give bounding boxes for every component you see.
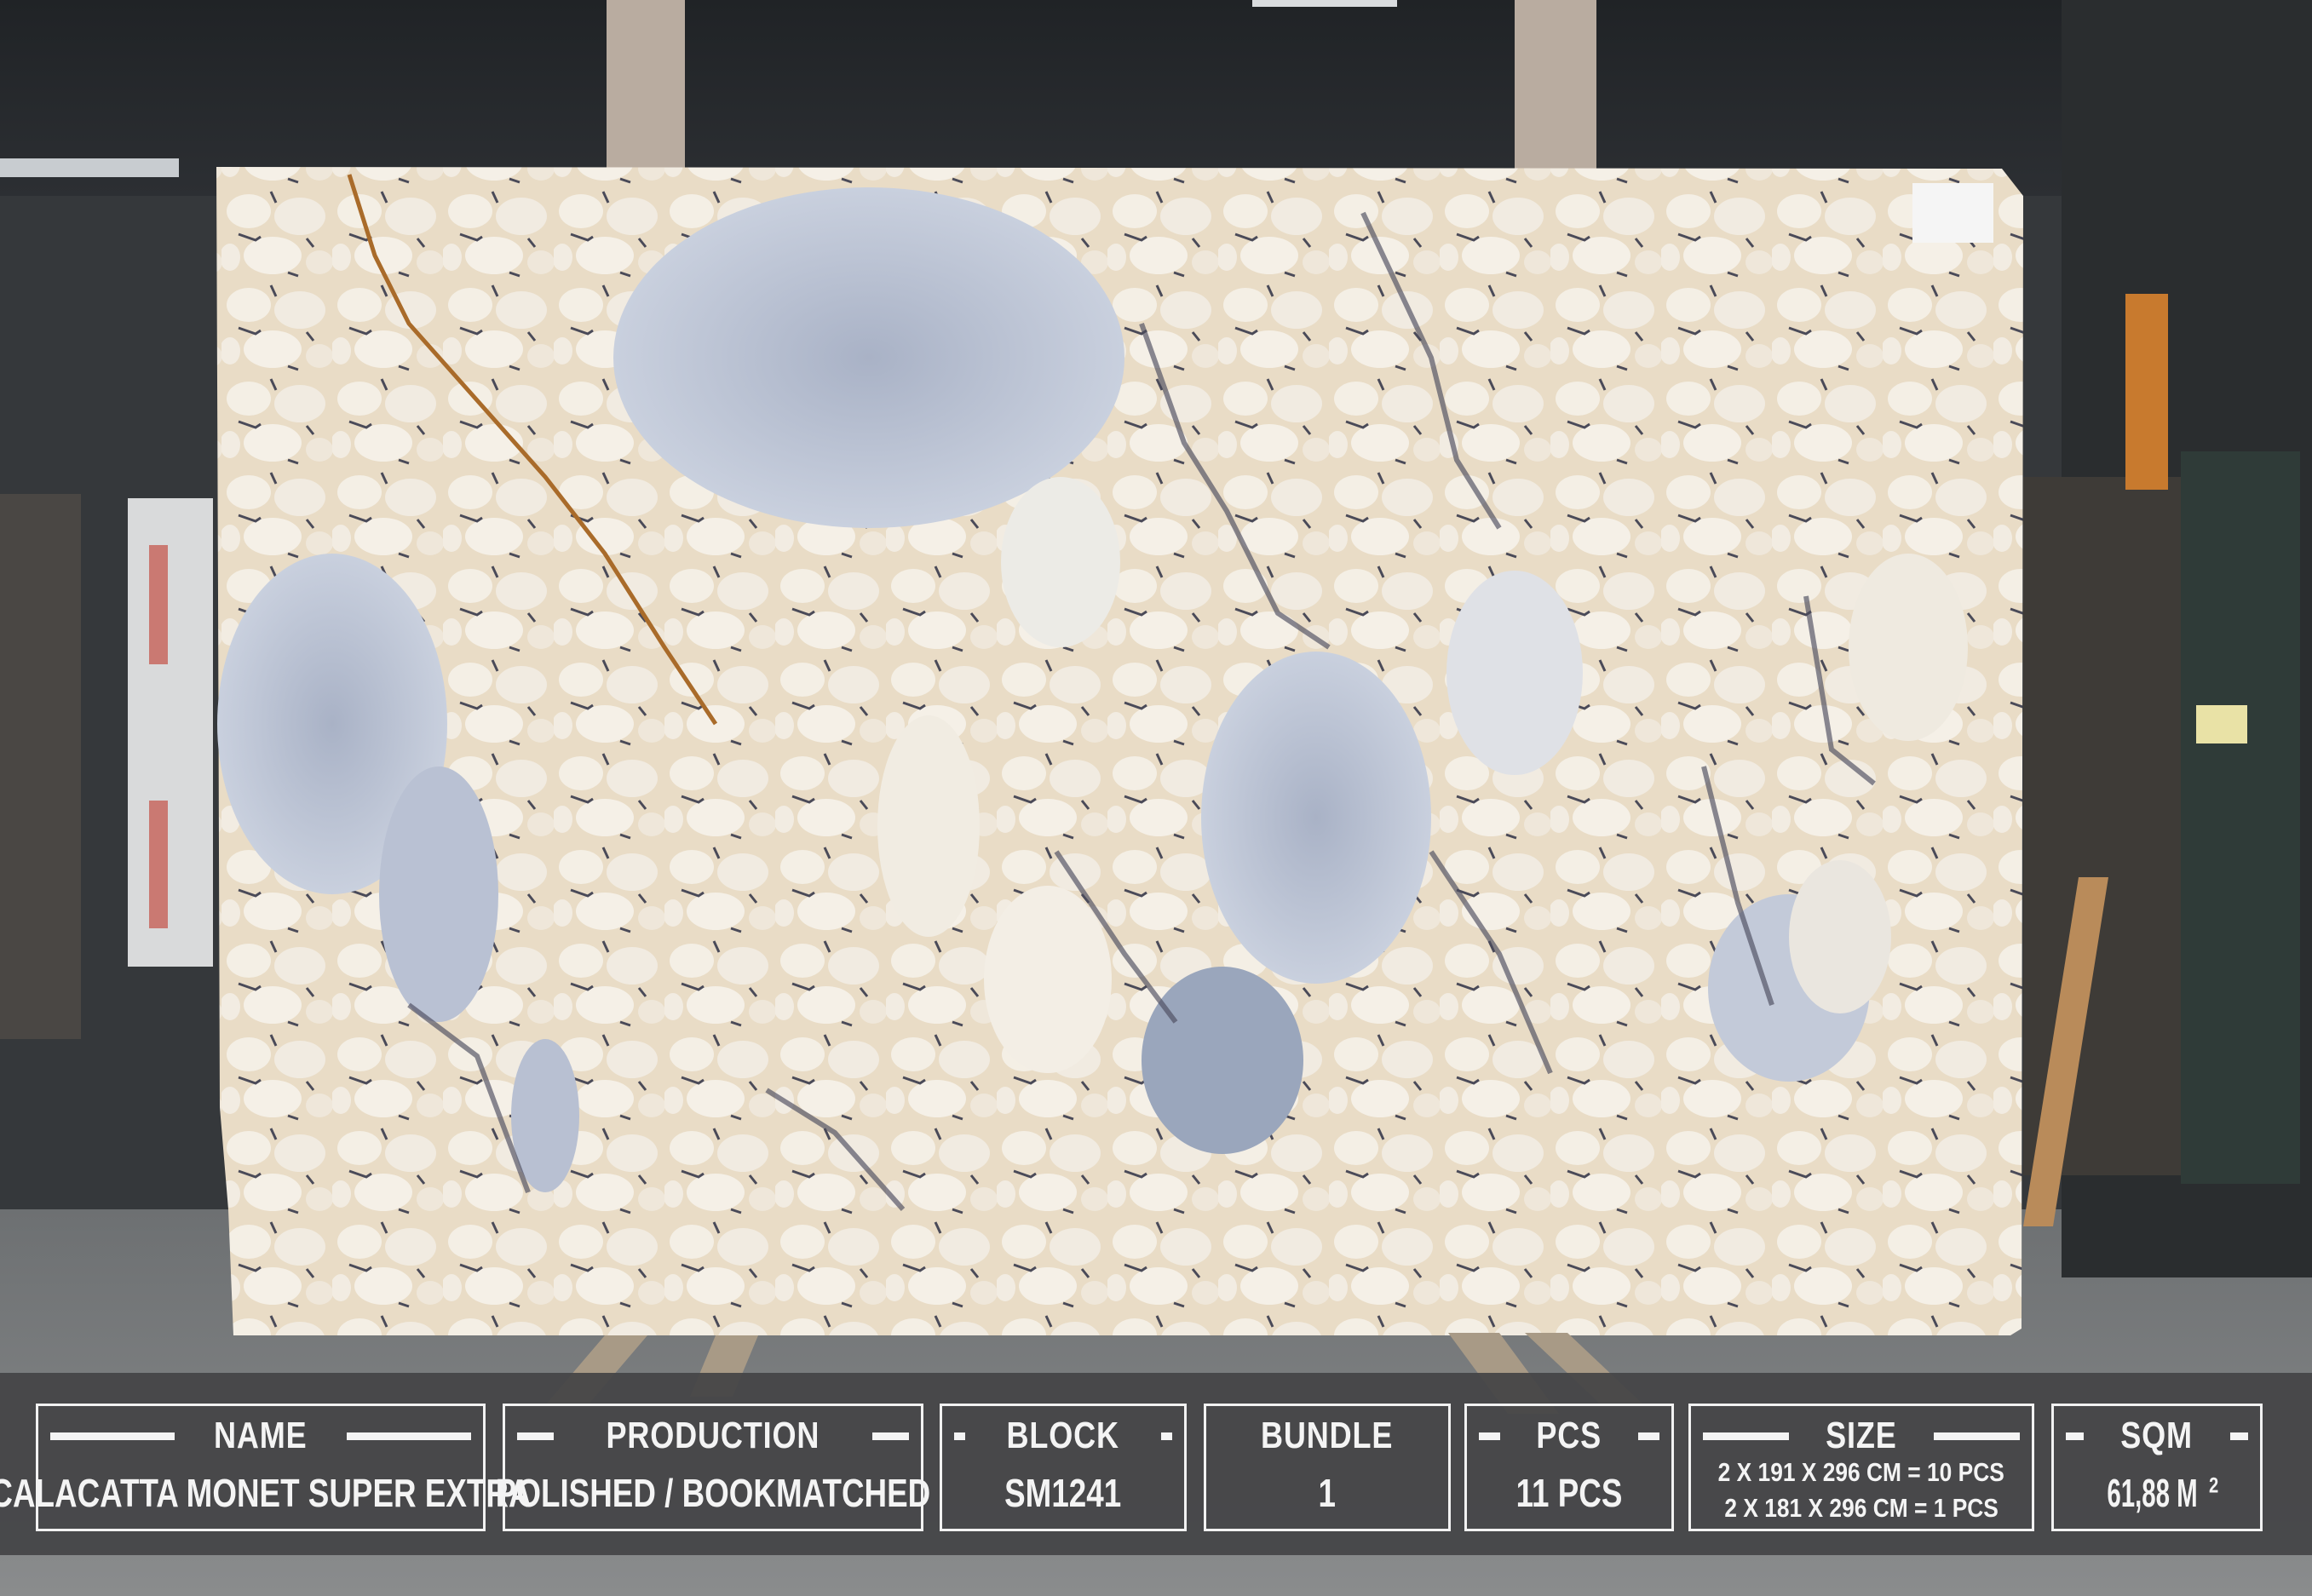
sqm-label: SQM [2120, 1415, 2194, 1456]
name-value: CALACATTA MONET SUPER EXTRA [0, 1471, 532, 1515]
pcs-cell: PCS 11 PCS [1464, 1404, 1674, 1531]
label-bar [1637, 1432, 1660, 1440]
label-bar [1933, 1432, 2021, 1440]
label-bar [871, 1432, 909, 1440]
production-label: PRODUCTION [606, 1415, 820, 1456]
label-bar [1703, 1432, 1790, 1440]
warehouse-scene [0, 0, 2312, 1596]
sqm-exponent: 2 [2208, 1473, 2219, 1498]
size-cell: SIZE 2 X 191 X 296 CM = 10 PCS 2 X 181 X… [1688, 1404, 2034, 1531]
production-cell: PRODUCTION POLISHED / BOOKMATCHED [496, 1404, 930, 1531]
label-bar [517, 1432, 555, 1440]
label-bar [50, 1432, 175, 1440]
label-bar [2066, 1432, 2085, 1440]
block-cell: BLOCK SM1241 [940, 1404, 1187, 1531]
name-cell: NAME CALACATTA MONET SUPER EXTRA [0, 1404, 532, 1531]
label-bar [346, 1432, 471, 1440]
pcs-value: 11 PCS [1515, 1471, 1623, 1515]
sqm-value: 61,88 M [2107, 1471, 2198, 1515]
marble-slab [216, 167, 2023, 1335]
block-label: BLOCK [1006, 1415, 1120, 1456]
label-bar [2229, 1432, 2249, 1440]
label-bar [954, 1432, 966, 1440]
size-line-1: 2 X 191 X 296 CM = 10 PCS [1717, 1457, 2005, 1488]
pcs-label: PCS [1536, 1415, 1602, 1456]
production-value: POLISHED / BOOKMATCHED [495, 1471, 931, 1515]
bundle-value: 1 [1318, 1471, 1337, 1515]
name-label: NAME [214, 1415, 308, 1456]
bundle-cell: BUNDLE 1 [1204, 1404, 1451, 1531]
label-bar [1160, 1432, 1172, 1440]
block-value: SM1241 [1004, 1471, 1122, 1515]
size-line-2: 2 X 181 X 296 CM = 1 PCS [1724, 1493, 1999, 1523]
size-label: SIZE [1826, 1415, 1897, 1456]
label-bar [1479, 1432, 1501, 1440]
sqm-cell: SQM 61,88 M 2 [2051, 1404, 2263, 1531]
bundle-label: BUNDLE [1261, 1415, 1394, 1456]
